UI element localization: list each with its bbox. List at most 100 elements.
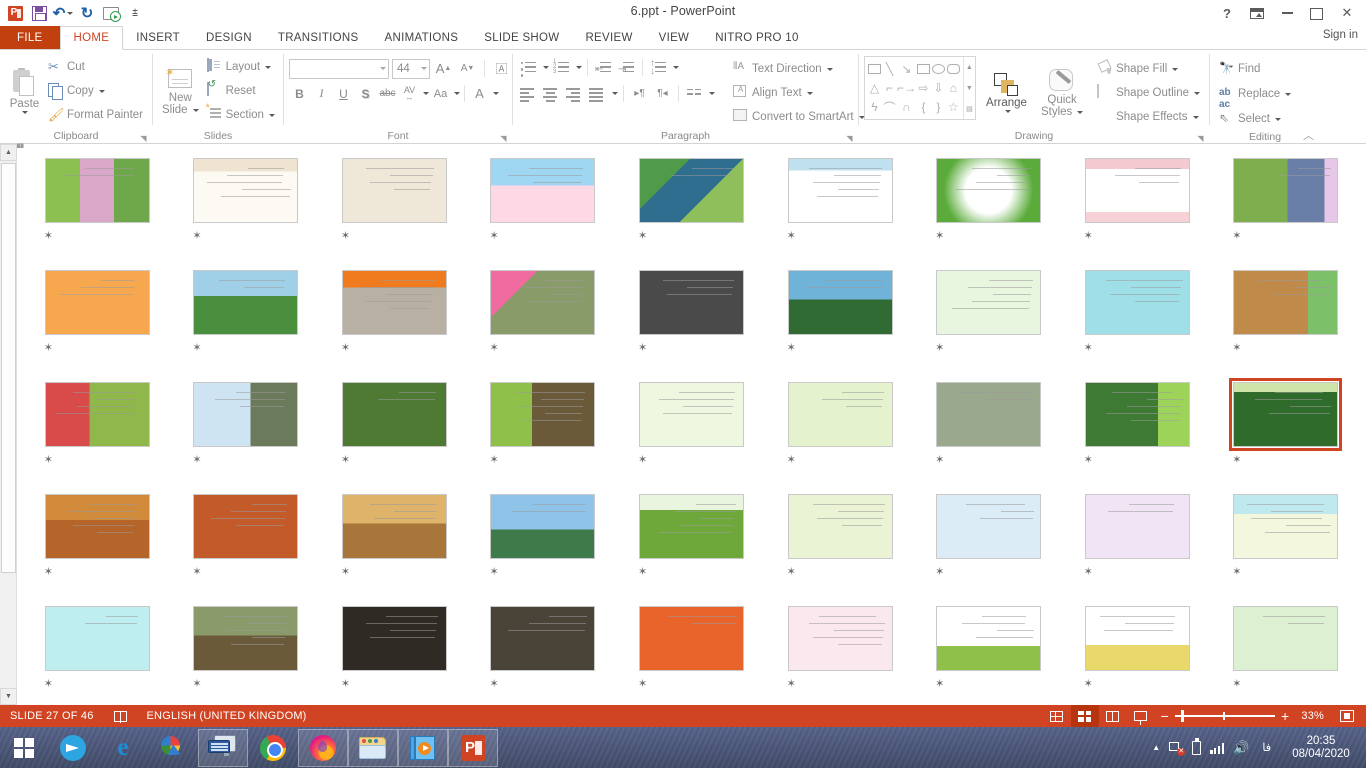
animation-star-icon[interactable]: ✶ [192,341,201,354]
ribbon-display-options-icon[interactable] [1242,2,1272,24]
close-icon[interactable]: ✕ [1332,2,1362,24]
animation-star-icon[interactable]: ✶ [1084,677,1093,690]
animation-star-icon[interactable]: ✶ [638,453,647,466]
shape-right-brace-icon[interactable]: } [931,98,946,117]
slide-thumbnail-19[interactable]: ✶19 [23,378,172,490]
slide-thumbnail-45[interactable]: ✶45 [1211,602,1360,714]
shape-arc-icon[interactable]: ⌒ [882,98,897,117]
animation-star-icon[interactable]: ✶ [638,677,647,690]
slide-thumbnail-frame[interactable] [189,154,302,227]
volume-icon[interactable]: 🔊 [1233,740,1249,756]
slide-thumbnail-frame[interactable] [784,490,897,563]
drawing-dialog-launcher[interactable]: ◥ [1196,134,1205,143]
bullets-button[interactable] [518,57,539,78]
tab-view[interactable]: VIEW [646,26,703,49]
shape-fill-button[interactable]: Shape Fill [1093,58,1204,80]
numbering-button[interactable]: 123 [551,57,572,78]
slide-indicator[interactable]: SLIDE 27 OF 46 [0,705,104,727]
tab-slide-show[interactable]: SLIDE SHOW [471,26,572,49]
animation-star-icon[interactable]: ✶ [489,341,498,354]
ltr-direction-button[interactable]: ▸¶ [629,83,650,104]
on-screen-keyboard-taskbar-icon[interactable] [198,729,248,767]
animation-star-icon[interactable]: ✶ [787,565,796,578]
slide-thumbnail-frame[interactable] [932,266,1045,339]
slide-thumbnail-frame[interactable] [1229,602,1342,675]
animation-star-icon[interactable]: ✶ [192,677,201,690]
slide-thumbnail-frame[interactable] [486,154,599,227]
slide-sorter-scrollbar[interactable]: ▲ ▼ [0,144,17,705]
slide-thumbnail-12[interactable]: ✶12 [320,266,469,378]
battery-icon[interactable] [1192,741,1201,755]
font-name-combo[interactable] [289,59,389,79]
copy-button[interactable]: Copy [44,80,147,102]
shapes-gallery-scrollbar[interactable]: ▲ ▼ ▤ [963,57,975,119]
zoom-in-button[interactable]: + [1281,711,1289,721]
slide-thumbnail-frame[interactable] [932,490,1045,563]
slide-thumbnail-frame[interactable] [932,154,1045,227]
slide-thumbnail-3[interactable]: ✶3 [320,154,469,266]
slide-thumbnail-frame[interactable] [189,378,302,451]
slide-thumbnail-25[interactable]: ✶25 [914,378,1063,490]
slide-thumbnail-frame[interactable] [784,378,897,451]
slide-thumbnail-13[interactable]: ✶13 [469,266,618,378]
tab-design[interactable]: DESIGN [193,26,265,49]
strikethrough-button[interactable]: abc [377,83,398,104]
animation-star-icon[interactable]: ✶ [787,341,796,354]
chevron-down-icon[interactable] [827,68,833,71]
slide-thumbnail-frame[interactable] [189,266,302,339]
slide-thumbnail-frame[interactable] [635,266,748,339]
slide-thumbnail-frame[interactable] [486,378,599,451]
slide-thumbnail-frame[interactable] [635,378,748,451]
shape-pentagon-icon[interactable]: ⌂ [946,78,961,97]
increase-font-size-button[interactable]: A▲ [433,58,454,79]
slide-thumbnail-21[interactable]: ✶21 [320,378,469,490]
shape-effects-button[interactable]: Shape Effects [1093,106,1204,128]
slide-thumbnail-frame[interactable] [784,266,897,339]
animation-star-icon[interactable]: ✶ [192,565,201,578]
tab-insert[interactable]: INSERT [123,26,193,49]
slide-thumbnail-frame[interactable] [1229,266,1342,339]
zoom-handle[interactable] [1181,710,1184,722]
chevron-down-icon[interactable] [421,67,427,70]
replace-button[interactable]: abac Replace [1215,83,1295,105]
chevron-down-icon[interactable] [493,92,499,95]
slide-thumbnail-frame[interactable] [1229,154,1342,227]
shapes-scroll-down-icon[interactable]: ▼ [964,78,975,99]
slide-thumbnail-4[interactable]: ✶4 [469,154,618,266]
slide-thumbnail-frame[interactable] [41,490,154,563]
slide-thumbnail-16[interactable]: ✶16 [914,266,1063,378]
animation-star-icon[interactable]: ✶ [341,229,350,242]
slide-thumbnail-frame[interactable] [1081,490,1194,563]
slide-thumbnail-17[interactable]: ✶17 [1063,266,1212,378]
signal-strength-icon[interactable] [1210,742,1224,754]
slide-thumbnail-2[interactable]: ✶2 [172,154,321,266]
slide-thumbnail-39[interactable]: ✶39 [320,602,469,714]
shape-textbox-icon[interactable] [867,59,882,78]
shapes-gallery[interactable]: ╲ ↘ △ ⌐ ⌐→ ⇨ ⇩ ⌂ ϟ ⌒ ∩ { [864,56,976,120]
animation-star-icon[interactable]: ✶ [341,565,350,578]
file-explorer-taskbar-icon[interactable] [348,729,398,767]
chevron-down-icon[interactable] [22,111,28,114]
google-chrome-taskbar-icon[interactable] [248,729,298,767]
slide-thumbnail-frame[interactable] [189,602,302,675]
cut-button[interactable]: ✂ Cut [44,56,147,78]
shape-triangle-icon[interactable]: △ [867,78,882,97]
animation-star-icon[interactable]: ✶ [44,677,53,690]
chevron-down-icon[interactable] [1275,118,1281,121]
tab-file[interactable]: FILE [0,26,60,49]
new-slide-button[interactable]: ✶ New Slide [158,54,203,126]
firefox-taskbar-icon[interactable] [298,729,348,767]
telegram-taskbar-icon[interactable] [48,729,98,767]
slide-thumbnail-5[interactable]: ✶5 [617,154,766,266]
animation-star-icon[interactable]: ✶ [489,229,498,242]
normal-view-button[interactable] [1043,705,1071,727]
slide-thumbnail-frame[interactable] [41,266,154,339]
animation-star-icon[interactable]: ✶ [638,341,647,354]
slide-thumbnail-35[interactable]: ✶35 [1063,490,1212,602]
zoom-out-button[interactable]: − [1161,711,1169,721]
slide-thumbnail-frame[interactable] [338,378,451,451]
animation-star-icon[interactable]: ✶ [341,341,350,354]
minimize-icon[interactable] [1272,2,1302,24]
slide-thumbnail-frame[interactable] [1081,266,1194,339]
animation-star-icon[interactable]: ✶ [1232,229,1241,242]
